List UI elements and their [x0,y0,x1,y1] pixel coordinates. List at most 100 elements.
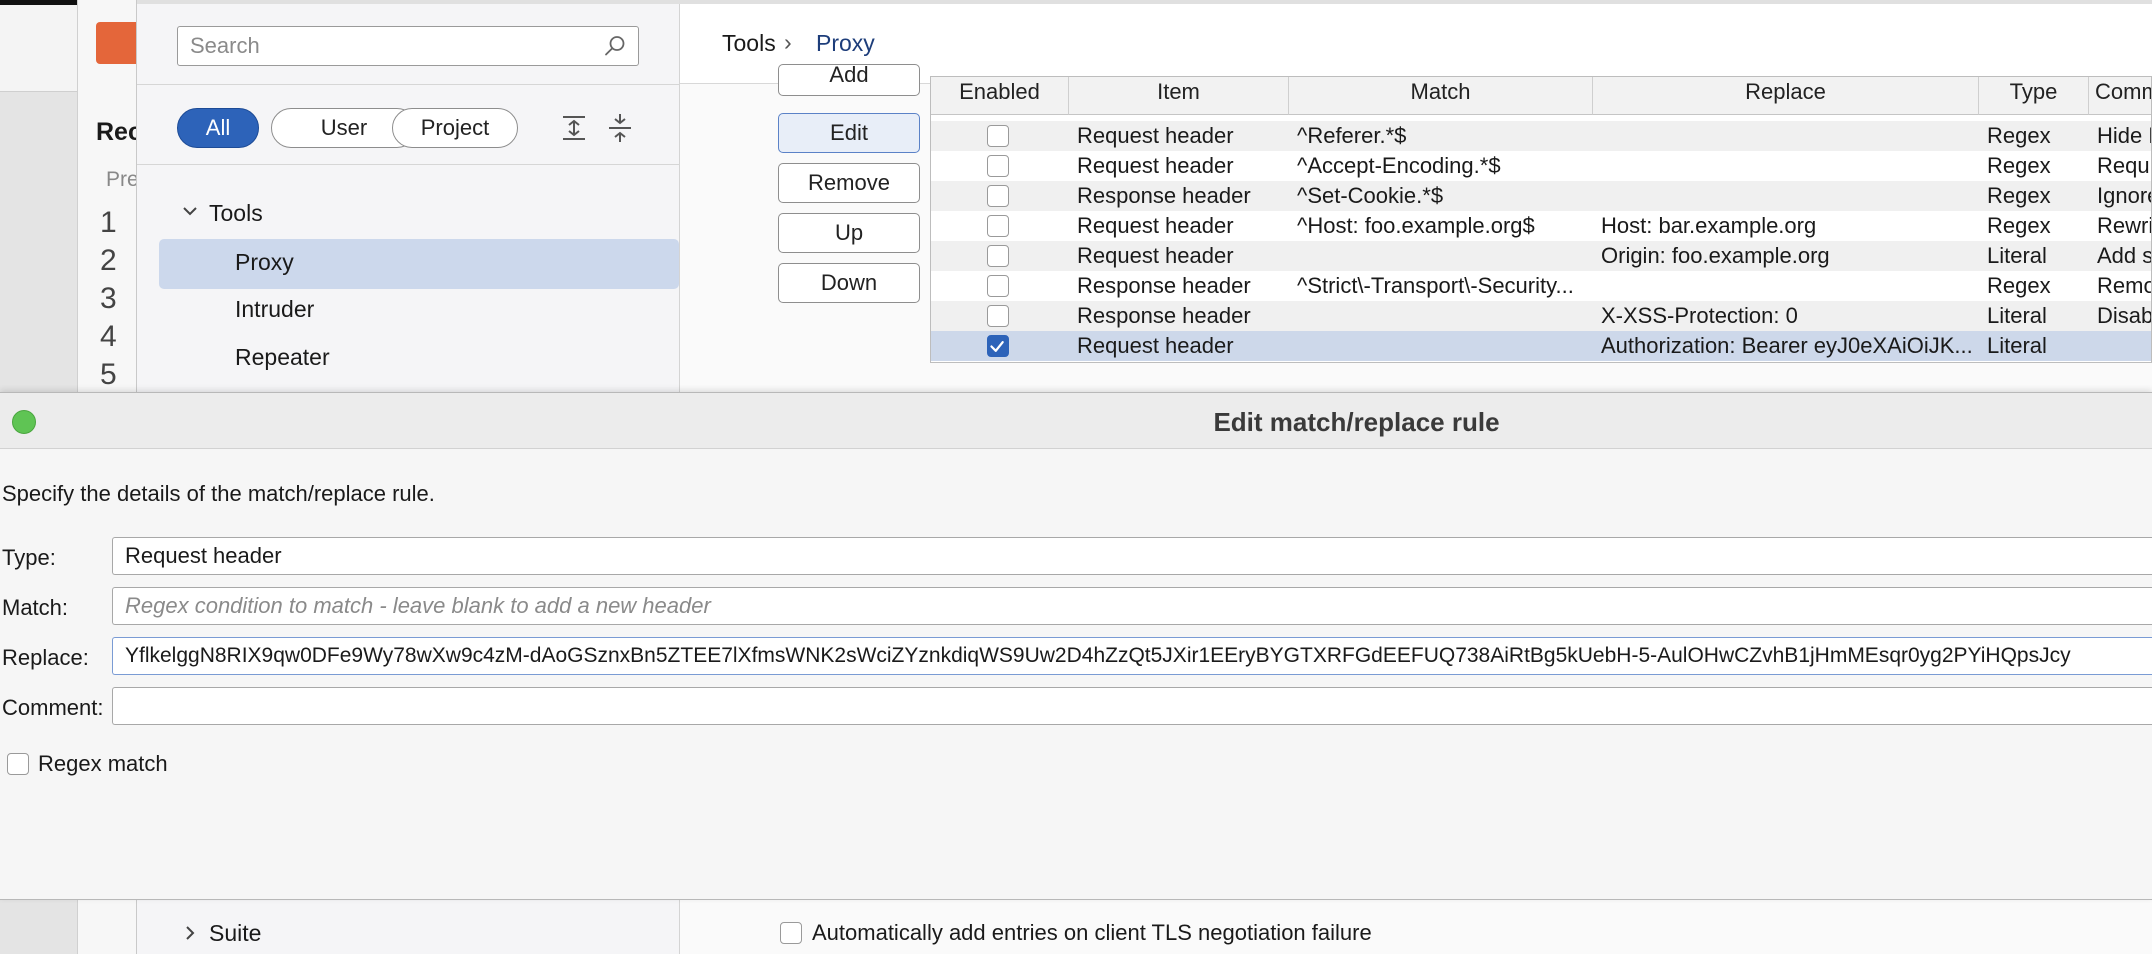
match-input[interactable] [125,588,2145,623]
filter-project-button[interactable]: Project [392,108,518,148]
cell-item: Request header [1077,123,1234,148]
table-row[interactable]: Response header X-XSS-Protection: 0 Litera… [931,301,2152,331]
table-row[interactable]: Request header Origin: foo.example.org Lit… [931,241,2152,271]
column-header-type[interactable]: Type [1979,77,2089,115]
table-row[interactable]: Request header Authorization: Bearer eyJ0… [931,331,2151,361]
tree-item-repeater[interactable]: Repeater [235,344,330,371]
rule-enabled-checkbox[interactable] [987,275,1009,297]
cell-comment [2097,331,2151,361]
background-heading: Rec [96,118,142,146]
comment-input[interactable] [125,688,2145,723]
cell-type: Literal [1987,333,2047,358]
rule-enabled-checkbox[interactable] [987,155,1009,177]
table-row[interactable]: Request header ^Referer.*$ Regex Hide R [931,121,2151,151]
cell-comment: Disab [2097,303,2152,328]
match-field[interactable] [112,587,2152,625]
match-label: Match: [2,595,69,620]
background-send-button [96,22,141,64]
table-row[interactable]: Response header ^Strict\-Transport\-Secur… [931,271,2152,301]
cell-item: Response header [1077,183,1251,208]
line-number: 5 [100,358,117,391]
column-header-replace[interactable]: Replace [1593,77,1979,115]
type-label: Type: [2,545,56,570]
cell-replace [1601,181,1979,211]
column-header-match[interactable]: Match [1289,77,1593,115]
cell-type: Regex [1987,123,2051,148]
replace-field[interactable]: YflkelggN8RIX9qw0DFe9Wy78wXw9c4zM-dAoGSz… [112,637,2152,675]
line-number: 4 [100,320,117,353]
line-number: 3 [100,282,117,315]
rule-enabled-checkbox[interactable] [987,125,1009,147]
cell-item: Request header [1077,153,1234,178]
column-header-comment[interactable]: Comment [2089,77,2151,115]
down-button[interactable]: Down [778,263,920,303]
tree-item-proxy[interactable]: Proxy [235,249,294,276]
cell-type: Regex [1987,153,2051,178]
line-number: 2 [100,244,117,277]
table-row[interactable]: Request header ^Accept-Encoding.*$ Regex Re… [931,151,2151,181]
table-row[interactable]: Response header ^Set-Cookie.*$ Regex Ignore [931,181,2151,211]
rule-enabled-checkbox[interactable] [987,185,1009,207]
cell-replace [1601,271,1979,301]
filter-all-button[interactable]: All [177,108,259,148]
search-box[interactable] [177,26,639,66]
regex-match-checkbox[interactable] [7,753,29,775]
sidebar-divider [137,84,680,85]
dialog-description: Specify the details of the match/replace… [2,481,435,506]
rule-enabled-checkbox[interactable] [987,215,1009,237]
cell-comment: Remo [2097,273,2152,298]
breadcrumb-separator-icon: › [784,29,792,55]
tls-failure-checkbox[interactable] [780,922,802,944]
tls-failure-label: Automatically add entries on client TLS … [812,920,1372,945]
up-button[interactable]: Up [778,213,920,253]
checkmark-icon [990,341,1004,352]
cell-match [1297,241,1593,271]
tree-group-suite[interactable]: Suite [209,920,261,947]
rule-enabled-checkbox[interactable] [987,305,1009,327]
cell-replace: Host: bar.example.org [1601,213,1817,238]
chevron-down-icon[interactable] [181,202,199,220]
cell-replace [1601,121,1979,151]
cell-replace: Origin: foo.example.org [1601,243,1830,268]
add-button[interactable]: Add [778,64,920,96]
cell-type: Literal [1987,303,2047,328]
cell-match: ^Set-Cookie.*$ [1297,183,1444,208]
rule-enabled-checkbox[interactable] [987,245,1009,267]
cell-item: Request header [1077,213,1234,238]
edit-rule-dialog: Edit match/replace rule Specify the deta… [0,392,2152,900]
edit-button[interactable]: Edit [778,113,920,153]
cell-comment: Ignore [2097,183,2151,208]
column-header-enabled[interactable]: Enabled [931,77,1069,115]
collapse-all-icon[interactable] [605,112,635,144]
type-select[interactable] [112,537,2152,575]
cell-match: ^Host: foo.example.org$ [1297,213,1535,238]
tree-item-intruder[interactable]: Intruder [235,296,314,323]
column-header-item[interactable]: Item [1069,77,1289,115]
cell-item: Response header [1077,273,1251,298]
breadcrumb-root[interactable]: Tools [722,30,776,57]
expand-all-icon[interactable] [559,112,589,144]
search-input[interactable] [190,27,590,64]
remove-button[interactable]: Remove [778,163,920,203]
regex-match-label: Regex match [38,751,168,776]
table-row[interactable]: Request header ^Host: foo.example.org$ Hos… [931,211,2151,241]
cell-item: Request header [1077,243,1234,268]
cell-match: ^Strict\-Transport\-Security... [1297,273,1574,298]
background-pretty-tab: Pre [106,168,139,191]
cell-match: ^Accept-Encoding.*$ [1297,153,1501,178]
tree-group-tools[interactable]: Tools [209,200,263,227]
chevron-right-icon[interactable] [181,924,199,942]
comment-label: Comment: [2,695,104,720]
cell-type: Regex [1987,213,2051,238]
comment-field[interactable] [112,687,2152,725]
type-select-value[interactable] [125,538,2145,573]
breadcrumb-current: Proxy [816,30,875,56]
replace-input[interactable]: YflkelggN8RIX9qw0DFe9Wy78wXw9c4zM-dAoGSz… [125,638,2071,674]
search-icon[interactable] [604,35,626,57]
cell-type: Literal [1987,243,2047,268]
cell-comment: Add s [2097,243,2152,268]
line-number: 1 [100,206,117,239]
dialog-titlebar: Edit match/replace rule [0,393,2152,449]
rule-enabled-checkbox[interactable] [987,335,1009,357]
cell-match [1297,331,1593,361]
